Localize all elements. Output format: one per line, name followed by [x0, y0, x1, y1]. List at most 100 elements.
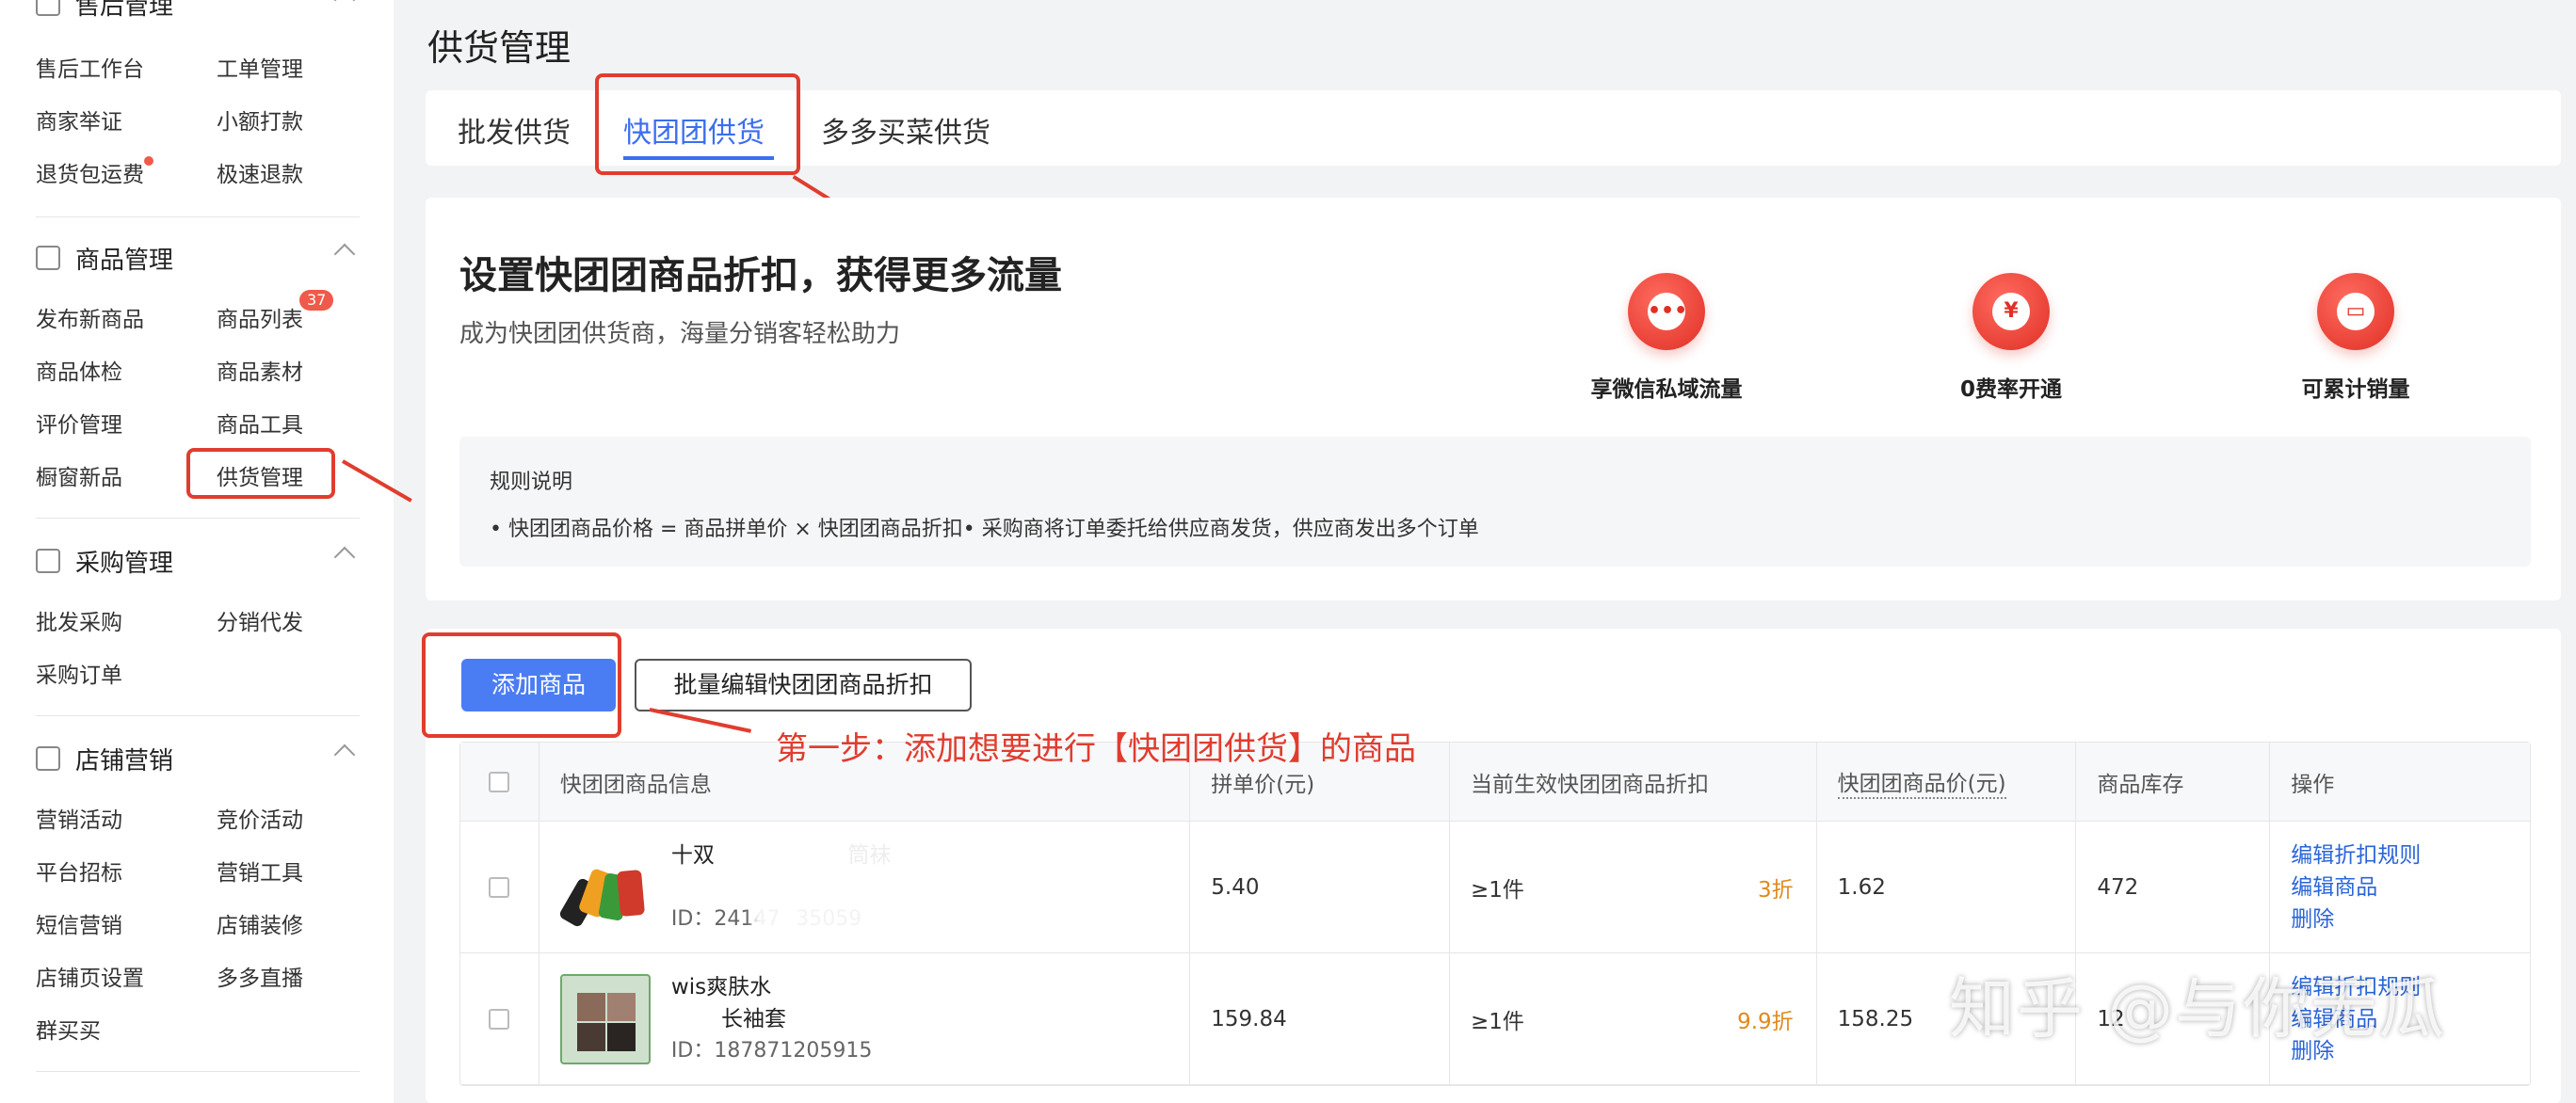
sidebar-item-bidding[interactable]: 竞价活动 [217, 802, 303, 834]
shield-icon [36, 0, 60, 16]
highlight-box-tab [595, 73, 800, 175]
divider [36, 715, 360, 716]
promo-banner: 设置快团团商品折扣，获得更多流量 成为快团团供货商，海量分销客轻松助力 ••• … [426, 198, 2561, 600]
feature-label: 0费率开通 [1959, 377, 2062, 402]
sidebar-item-ticket[interactable]: 工单管理 [217, 51, 303, 83]
sidebar-item-aftersale-desk[interactable]: 售后工作台 [36, 51, 144, 83]
group-title: 售后管理 [75, 0, 174, 21]
sidebar-item-sms[interactable]: 短信营销 [36, 907, 122, 939]
discount-condition: ≥1件 [1471, 1009, 1524, 1034]
redaction [751, 837, 1110, 940]
sidebar-item-wholesale-purchase[interactable]: 批发采购 [36, 604, 122, 636]
highlight-box-add [422, 632, 621, 738]
select-all-checkbox[interactable] [489, 771, 510, 792]
sidebar: 售后管理 售后工作台 工单管理 商家举证 小额打款 退货包运费 极速退款 商品管… [0, 0, 394, 1103]
promo-subtitle: 成为快团团供货商，海量分销客轻松助力 [459, 320, 901, 348]
tab-duoduo-maicai[interactable]: 多多买菜供货 [821, 109, 990, 151]
bag-icon [36, 246, 60, 270]
group-price: 159.84 [1190, 953, 1451, 1084]
edit-product-link[interactable]: 编辑商品 [2291, 871, 2377, 903]
sidebar-item-purchase-orders[interactable]: 采购订单 [36, 657, 122, 689]
book-icon [36, 549, 60, 573]
divider [36, 518, 360, 519]
sidebar-item-new-product[interactable]: 发布新商品 [36, 301, 144, 333]
feature-zero-fee: ¥ 0费率开通 [1889, 273, 2133, 403]
chevron-up-icon [333, 0, 356, 11]
chevron-up-icon [333, 243, 356, 265]
sidebar-item-campaigns[interactable]: 营销活动 [36, 802, 122, 834]
operations: 编辑折扣规则 编辑商品 删除 [2270, 822, 2530, 952]
discount-value: 9.9折 [1737, 1009, 1794, 1034]
rules-title: 规则说明 [490, 471, 573, 494]
discount-value: 3折 [1758, 877, 1794, 903]
group-purchase[interactable]: 采购管理 [36, 542, 356, 580]
calendar-icon [36, 746, 60, 771]
watermark: 知乎 @与你无瓜 [1949, 970, 2447, 1047]
group-price: 5.40 [1190, 822, 1451, 952]
product-name: wis爽肤水 [670, 974, 772, 999]
divider [36, 216, 360, 217]
column-header: 快团团商品价(元) [1817, 743, 2077, 821]
sidebar-item-tenders[interactable]: 平台招标 [36, 855, 122, 887]
sidebar-item-product-tools[interactable]: 商品工具 [217, 407, 303, 439]
sidebar-item-product-check[interactable]: 商品体检 [36, 354, 122, 386]
promo-title: 设置快团团商品折扣，获得更多流量 [459, 254, 1062, 297]
product-thumbnail [559, 841, 651, 933]
discount-cell: ≥1件 9.9折 [1450, 953, 1817, 1084]
edit-discount-link[interactable]: 编辑折扣规则 [2291, 839, 2421, 871]
product-info[interactable]: 十双████████筒袜 ████ ID：24147█35059 [539, 822, 1191, 952]
sidebar-item-showcase[interactable]: 橱窗新品 [36, 459, 122, 491]
rules-text: • 快团团商品价格 = 商品拼单价 × 快团团商品折扣• 采购商将订单委托给供应… [490, 518, 1479, 541]
stock: 472 [2076, 822, 2271, 952]
monitor-chart-icon: ▭ [2317, 273, 2394, 350]
discount-condition: ≥1件 [1471, 877, 1524, 903]
sidebar-item-reviews[interactable]: 评价管理 [36, 407, 122, 439]
sidebar-item-small-pay[interactable]: 小额打款 [217, 104, 303, 136]
divider [36, 1071, 360, 1072]
kt-price: 1.62 [1817, 822, 2077, 952]
tab-wholesale[interactable]: 批发供货 [458, 109, 571, 151]
row-checkbox[interactable] [489, 876, 510, 898]
delete-link[interactable]: 删除 [2291, 903, 2334, 935]
feature-wechat: ••• 享微信私域流量 [1544, 273, 1789, 403]
product-name: 十双 [670, 842, 715, 868]
feature-label: 可累计销量 [2301, 377, 2410, 402]
group-title: 商品管理 [75, 246, 174, 275]
group-products[interactable]: 商品管理 [36, 239, 356, 277]
sidebar-item-return-shipping[interactable]: 退货包运费 [36, 156, 144, 188]
sidebar-item-marketing-tools[interactable]: 营销工具 [217, 855, 303, 887]
redaction [812, 963, 1151, 1019]
product-id: ID：18787 [670, 1038, 781, 1063]
notification-dot [144, 156, 153, 166]
chat-icon: ••• [1628, 273, 1705, 350]
column-header: 商品库存 [2076, 743, 2271, 821]
sidebar-item-product-list[interactable]: 商品列表 [217, 301, 303, 333]
count-badge: 37 [299, 290, 334, 311]
chevron-up-icon [333, 546, 356, 568]
sidebar-item-decoration[interactable]: 店铺装修 [217, 907, 303, 939]
sidebar-item-live[interactable]: 多多直播 [217, 960, 303, 992]
sidebar-item-fast-refund[interactable]: 极速退款 [217, 156, 303, 188]
discount-cell: ≥1件 3折 [1450, 822, 1817, 952]
page-title: 供货管理 [427, 27, 572, 69]
sidebar-item-store-page[interactable]: 店铺页设置 [36, 960, 144, 992]
group-title: 采购管理 [75, 549, 174, 578]
column-header: 当前生效快团团商品折扣 [1450, 743, 1817, 821]
sidebar-item-evidence[interactable]: 商家举证 [36, 104, 122, 136]
batch-edit-discount-button[interactable]: 批量编辑快团团商品折扣 [635, 659, 972, 711]
group-aftersale[interactable]: 售后管理 [36, 0, 356, 23]
sidebar-item-product-material[interactable]: 商品素材 [217, 354, 303, 386]
group-title: 店铺营销 [75, 746, 174, 775]
highlight-box-supply [186, 448, 335, 499]
sidebar-item-dropship[interactable]: 分销代发 [217, 604, 303, 636]
column-header: 操作 [2291, 772, 2335, 797]
product-info[interactable]: wis爽肤水████████ ███长袖套 ID：187871205915 [539, 953, 1191, 1084]
feature-label: 享微信私域流量 [1590, 377, 1743, 402]
step-annotation: 第一步：添加想要进行【快团团供货】的商品 [776, 730, 1416, 768]
sidebar-item-group-buy[interactable]: 群买买 [36, 1013, 101, 1045]
rules-box: 规则说明 • 快团团商品价格 = 商品拼单价 × 快团团商品折扣• 采购商将订单… [459, 437, 2531, 567]
chevron-up-icon [333, 743, 356, 766]
row-checkbox[interactable] [489, 1008, 510, 1030]
group-marketing[interactable]: 店铺营销 [36, 740, 356, 777]
yuan-icon: ¥ [1972, 273, 2050, 350]
